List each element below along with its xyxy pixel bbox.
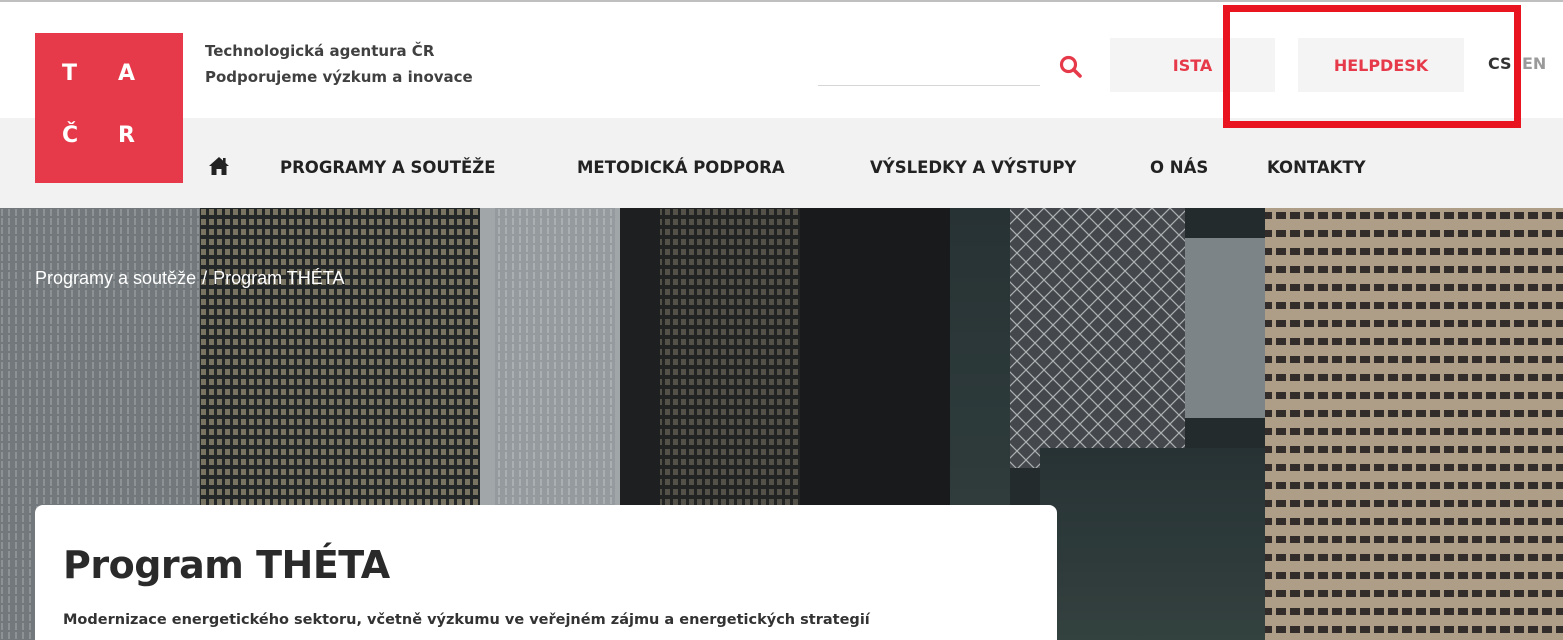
logo-letter: A — [118, 61, 136, 86]
breadcrumb-link-programy[interactable]: Programy a soutěže — [35, 268, 196, 289]
home-icon[interactable] — [208, 156, 230, 176]
agency-name: Technologická agentura ČR — [205, 42, 435, 60]
breadcrumb: Programy a soutěže / Program THÉTA — [35, 268, 344, 289]
nav-item-o-nas[interactable]: O NÁS — [1150, 152, 1208, 182]
page-title: Program THÉTA — [63, 543, 390, 587]
nav-item-vysledky[interactable]: VÝSLEDKY A VÝSTUPY — [870, 152, 1076, 182]
program-info-card: Program THÉTA Modernizace energetického … — [35, 505, 1057, 640]
logo-letter: R — [118, 123, 135, 148]
tacr-logo[interactable]: T A Č R — [35, 33, 183, 183]
search-icon[interactable] — [1058, 54, 1084, 80]
logo-letter: Č — [62, 123, 79, 148]
helpdesk-button[interactable]: HELPDESK — [1298, 38, 1464, 92]
language-en-link[interactable]: EN — [1522, 54, 1546, 73]
nav-item-kontakty[interactable]: KONTAKTY — [1267, 152, 1366, 182]
agency-name-block: Technologická agentura ČR Podporujeme vý… — [205, 38, 473, 90]
breadcrumb-current: Program THÉTA — [213, 268, 345, 288]
language-cs-link[interactable]: CS — [1488, 54, 1512, 73]
logo-letter: T — [62, 61, 78, 86]
page-subtitle: Modernizace energetického sektoru, včetn… — [63, 612, 870, 628]
nav-item-programy[interactable]: PROGRAMY A SOUTĚŽE — [280, 152, 496, 182]
agency-tagline: Podporujeme výzkum a inovace — [205, 68, 473, 86]
ista-button[interactable]: ISTA — [1110, 38, 1275, 92]
search-input[interactable] — [818, 58, 1040, 86]
breadcrumb-separator: / — [202, 268, 208, 288]
nav-item-metodicka-podpora[interactable]: METODICKÁ PODPORA — [577, 152, 785, 182]
